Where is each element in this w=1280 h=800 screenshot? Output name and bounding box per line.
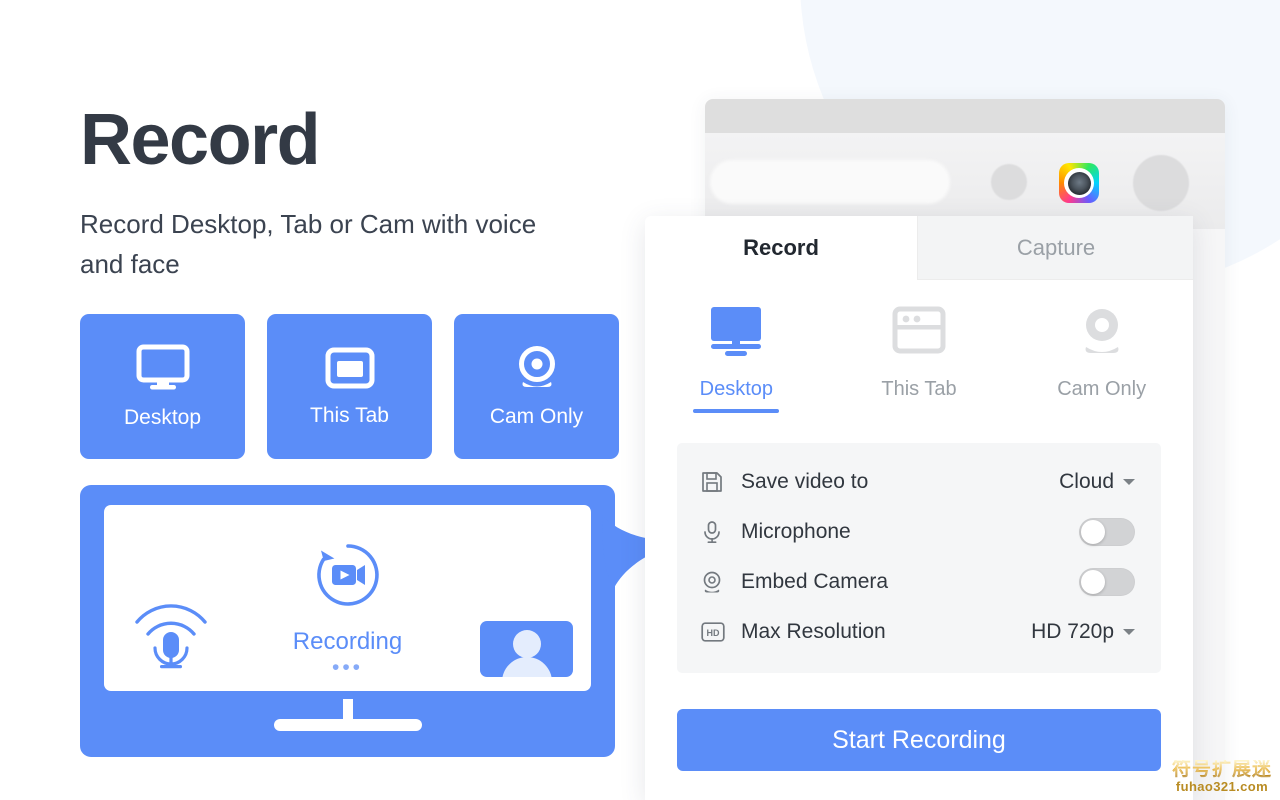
active-indicator	[693, 409, 780, 413]
browser-window-icon	[890, 303, 948, 364]
setting-row-save-video-to[interactable]: Save video to Cloud	[677, 457, 1161, 507]
source-option-label: Desktop	[699, 378, 774, 400]
browser-titlebar	[705, 99, 1225, 133]
active-indicator	[876, 409, 962, 413]
microphone-icon	[701, 520, 727, 544]
tab-record[interactable]: Record	[645, 216, 917, 279]
page-title: Record	[80, 100, 321, 180]
setting-label: Save video to	[741, 470, 869, 493]
mode-button-label: Cam Only	[489, 404, 584, 428]
mode-button-cam-only[interactable]: Cam Only	[454, 314, 619, 460]
mode-button-this-tab[interactable]: This Tab	[267, 314, 432, 460]
recording-illustration: Recording •••	[80, 485, 615, 757]
popup-tabs: Record Capture	[645, 216, 1193, 280]
setting-label: Microphone	[741, 520, 851, 543]
window-icon	[325, 346, 375, 390]
setting-row-max-resolution[interactable]: HD Max Resolution HD 720p	[677, 607, 1161, 657]
video-refresh-icon	[310, 537, 386, 618]
start-recording-label: Start Recording	[832, 725, 1006, 754]
extension-popup: Record Capture Desktop This Tab Cam Only…	[645, 216, 1193, 800]
hero-section: Record Record Desktop, Tab or Cam with v…	[80, 100, 640, 460]
start-recording-button[interactable]: Start Recording	[677, 709, 1161, 771]
chevron-down-icon	[1123, 479, 1135, 485]
setting-value: HD 720p	[1031, 620, 1114, 643]
toolbar-icon-placeholder[interactable]	[991, 164, 1027, 200]
tab-capture[interactable]: Capture	[917, 216, 1193, 280]
mode-buttons: Desktop This Tab Cam Only	[80, 314, 640, 460]
chevron-down-icon	[1123, 629, 1135, 635]
setting-label: Max Resolution	[741, 620, 886, 643]
monitor-icon	[136, 344, 190, 392]
mode-button-label: Desktop	[123, 405, 202, 429]
monitor-icon	[705, 303, 767, 364]
setting-row-embed-camera[interactable]: Embed Camera	[677, 557, 1161, 607]
microphone-toggle[interactable]	[1079, 518, 1135, 546]
settings-list: Save video to Cloud Microphone Embed Cam…	[677, 443, 1161, 673]
source-selector: Desktop This Tab Cam Only	[645, 279, 1193, 413]
setting-row-microphone[interactable]: Microphone	[677, 507, 1161, 557]
watermark-en: fuhao321.com	[1175, 779, 1269, 795]
source-option-desktop[interactable]: Desktop	[645, 303, 828, 413]
active-indicator	[1059, 409, 1145, 413]
monitor-stand-neck	[342, 699, 353, 721]
mode-button-desktop[interactable]: Desktop	[80, 314, 245, 460]
monitor-screen: Recording •••	[104, 505, 591, 691]
webcam-icon	[1073, 303, 1131, 364]
hd-badge-icon: HD	[701, 622, 727, 642]
watermark: 符号扩展迷 fuhao321.com	[1172, 760, 1272, 794]
floppy-save-icon	[701, 471, 727, 493]
svg-text:HD: HD	[707, 628, 720, 638]
max-resolution-select[interactable]: HD 720p	[1031, 620, 1135, 644]
monitor-stand-base	[273, 719, 422, 731]
source-option-this-tab[interactable]: This Tab	[828, 303, 1011, 413]
source-option-label: This Tab	[881, 378, 957, 400]
camera-extension-icon[interactable]	[1059, 163, 1099, 203]
recording-label: Recording	[292, 628, 403, 655]
microphone-waves-icon	[131, 586, 211, 675]
webcam-icon	[701, 570, 727, 594]
embed-camera-toggle[interactable]	[1079, 568, 1135, 596]
watermark-cn: 符号扩展迷	[1171, 759, 1272, 781]
hero-subtitle: Record Desktop, Tab or Cam with voice an…	[80, 209, 537, 280]
mode-button-label: This Tab	[310, 403, 389, 427]
source-option-cam-only[interactable]: Cam Only	[1010, 303, 1193, 413]
setting-value: Cloud	[1059, 470, 1114, 493]
setting-label: Embed Camera	[741, 570, 889, 593]
save-target-select[interactable]: Cloud	[1059, 470, 1135, 494]
recording-dots: •••	[331, 656, 364, 679]
address-bar[interactable]	[710, 160, 950, 204]
person-avatar-icon	[480, 621, 573, 677]
browser-toolbar	[705, 133, 1225, 229]
profile-avatar[interactable]	[1133, 155, 1189, 211]
webcam-icon	[513, 345, 561, 391]
source-option-label: Cam Only	[1057, 378, 1147, 400]
